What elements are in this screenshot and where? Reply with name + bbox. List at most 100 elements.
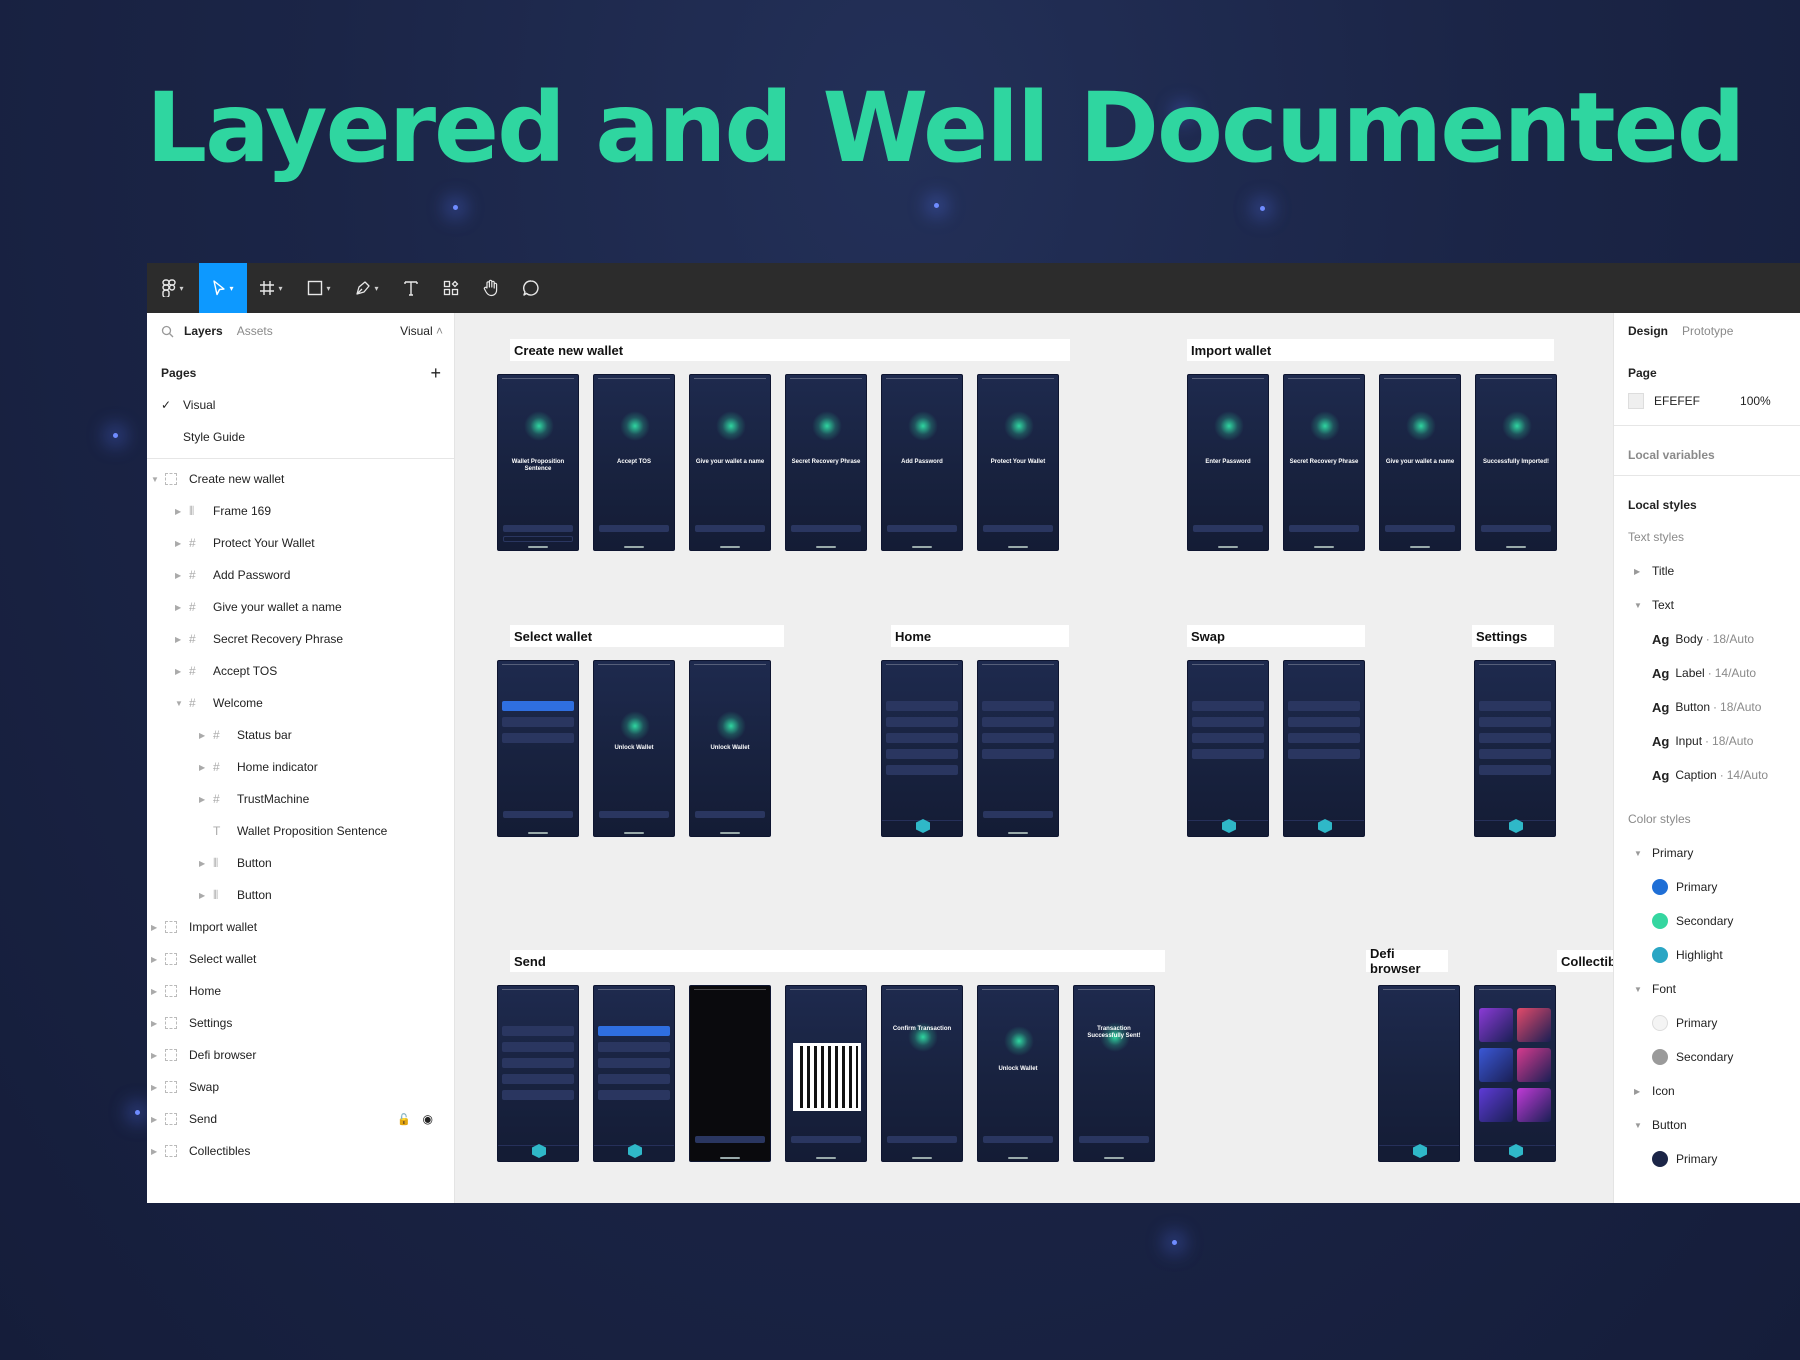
primary-button[interactable] (599, 525, 669, 532)
primary-button[interactable] (599, 811, 669, 818)
screen-frame[interactable] (497, 660, 579, 837)
screen-frame[interactable] (881, 660, 963, 837)
layer-row[interactable]: ▶ Send 🔓 ◉ (151, 1103, 447, 1135)
primary-button[interactable] (983, 525, 1053, 532)
page-color-hex[interactable]: EFEFEF (1654, 394, 1700, 408)
screen-frame[interactable]: Unlock Wallet (977, 985, 1059, 1162)
main-menu-button[interactable]: ▾ (147, 263, 199, 313)
tab-assets[interactable]: Assets (237, 324, 273, 338)
primary-button[interactable] (695, 811, 765, 818)
text-style-item[interactable]: Ag Button · 18/Auto (1652, 691, 1761, 723)
primary-button[interactable] (1385, 525, 1455, 532)
color-swatch[interactable] (1652, 879, 1668, 895)
color-style-group[interactable]: ▼ Button (1634, 1109, 1687, 1141)
unlock-icon[interactable]: 🔓 (397, 1113, 411, 1126)
primary-button[interactable] (1193, 525, 1263, 532)
resources-tool-button[interactable] (431, 263, 471, 313)
layer-row[interactable]: ▶ # Status bar (199, 719, 447, 751)
screen-frame[interactable]: Secret Recovery Phrase (785, 374, 867, 551)
screen-frame[interactable]: Give your wallet a name (689, 374, 771, 551)
secondary-button[interactable] (503, 536, 573, 542)
primary-button[interactable] (791, 525, 861, 532)
frame-tool-button[interactable]: ▾ (247, 263, 295, 313)
color-swatch[interactable] (1652, 1049, 1668, 1065)
screen-frame[interactable] (497, 985, 579, 1162)
primary-button[interactable] (1289, 525, 1359, 532)
layer-row[interactable]: ▶ # Protect Your Wallet (175, 527, 447, 559)
screen-frame[interactable]: Transaction Successfully Sent! (1073, 985, 1155, 1162)
local-variables[interactable]: Local variables (1628, 439, 1715, 471)
pen-tool-button[interactable]: ▾ (343, 263, 391, 313)
screen-frame[interactable]: Give your wallet a name (1379, 374, 1461, 551)
shape-tool-button[interactable]: ▾ (295, 263, 343, 313)
search-icon[interactable] (161, 325, 174, 338)
primary-button[interactable] (887, 525, 957, 532)
hand-tool-button[interactable] (471, 263, 511, 313)
layer-row[interactable]: ▶ # Give your wallet a name (175, 591, 447, 623)
color-style-group[interactable]: ▼ Primary (1634, 837, 1693, 869)
primary-button[interactable] (1481, 525, 1551, 532)
layer-row[interactable]: ▶ Import wallet (151, 911, 447, 943)
color-swatch[interactable] (1652, 1015, 1668, 1031)
color-swatch[interactable] (1652, 1151, 1668, 1167)
layer-row[interactable]: ▶ ⦀ Button (199, 847, 447, 879)
comment-tool-button[interactable] (511, 263, 551, 313)
screen-frame[interactable]: Unlock Wallet (593, 660, 675, 837)
text-tool-button[interactable] (391, 263, 431, 313)
color-style-item[interactable]: Secondary (1652, 905, 1733, 937)
page-selector[interactable]: Visual ˄ (400, 324, 443, 338)
text-style-item[interactable]: Ag Caption · 14/Auto (1652, 759, 1768, 791)
text-style-group[interactable]: ▼ Text (1634, 589, 1674, 621)
layer-row[interactable]: ▶ # Accept TOS (175, 655, 447, 687)
layer-row[interactable]: ▶ # Home indicator (199, 751, 447, 783)
layer-row[interactable]: T Wallet Proposition Sentence (199, 815, 447, 847)
layer-row[interactable]: ▶ # TrustMachine (199, 783, 447, 815)
screen-frame[interactable]: Protect Your Wallet (977, 374, 1059, 551)
tab-prototype[interactable]: Prototype (1682, 324, 1733, 338)
screen-frame[interactable]: Wallet Proposition Sentence (497, 374, 579, 551)
layer-row[interactable]: ▶ Collectibles (151, 1135, 447, 1167)
layer-row[interactable]: ▶ ⦀ Button (199, 879, 447, 911)
screen-frame[interactable] (1378, 985, 1460, 1162)
primary-button[interactable] (983, 1136, 1053, 1143)
layer-row[interactable]: ▶ # Secret Recovery Phrase (175, 623, 447, 655)
collectible-thumb[interactable] (1517, 1048, 1551, 1082)
screen-frame[interactable] (689, 985, 771, 1162)
text-style-item[interactable]: Ag Body · 18/Auto (1652, 623, 1754, 655)
layer-row[interactable]: ▶ Home (151, 975, 447, 1007)
screen-frame[interactable] (1187, 660, 1269, 837)
design-canvas[interactable]: Create new wallet Import wallet Select wal… (455, 313, 1639, 1203)
move-tool-button[interactable]: ▾ (199, 263, 247, 313)
page-item[interactable]: ✓ Visual (161, 389, 441, 421)
primary-button[interactable] (791, 1136, 861, 1143)
eye-icon[interactable]: ◉ (423, 1112, 433, 1126)
color-style-item[interactable]: Primary (1652, 1143, 1717, 1175)
screen-frame[interactable]: Add Password (881, 374, 963, 551)
page-item[interactable]: Style Guide (161, 421, 441, 453)
collectible-thumb[interactable] (1479, 1048, 1513, 1082)
color-swatch[interactable] (1652, 913, 1668, 929)
color-style-group[interactable]: ▼ Font (1634, 973, 1676, 1005)
layer-row[interactable]: ▶ Defi browser (151, 1039, 447, 1071)
collectible-thumb[interactable] (1517, 1088, 1551, 1122)
layer-row[interactable]: ▶ Select wallet (151, 943, 447, 975)
primary-button[interactable] (503, 525, 573, 532)
collectible-thumb[interactable] (1479, 1088, 1513, 1122)
screen-frame[interactable] (593, 985, 675, 1162)
primary-button[interactable] (887, 1136, 957, 1143)
screen-frame[interactable]: Successfully Imported! (1475, 374, 1557, 551)
color-style-item[interactable]: Primary (1652, 1007, 1717, 1039)
screen-frame[interactable]: Enter Password (1187, 374, 1269, 551)
text-style-group[interactable]: ▶ Title (1634, 555, 1674, 587)
page-color-swatch[interactable] (1628, 393, 1644, 409)
screen-frame[interactable] (1474, 985, 1556, 1162)
primary-button[interactable] (1079, 1136, 1149, 1143)
primary-button[interactable] (983, 811, 1053, 818)
tab-layers[interactable]: Layers (184, 324, 223, 338)
screen-frame[interactable] (977, 660, 1059, 837)
tab-design[interactable]: Design (1628, 324, 1668, 338)
layer-row[interactable]: ▶ Swap (151, 1071, 447, 1103)
primary-button[interactable] (695, 1136, 765, 1143)
color-style-item[interactable]: Primary (1652, 871, 1717, 903)
color-swatch[interactable] (1652, 947, 1668, 963)
